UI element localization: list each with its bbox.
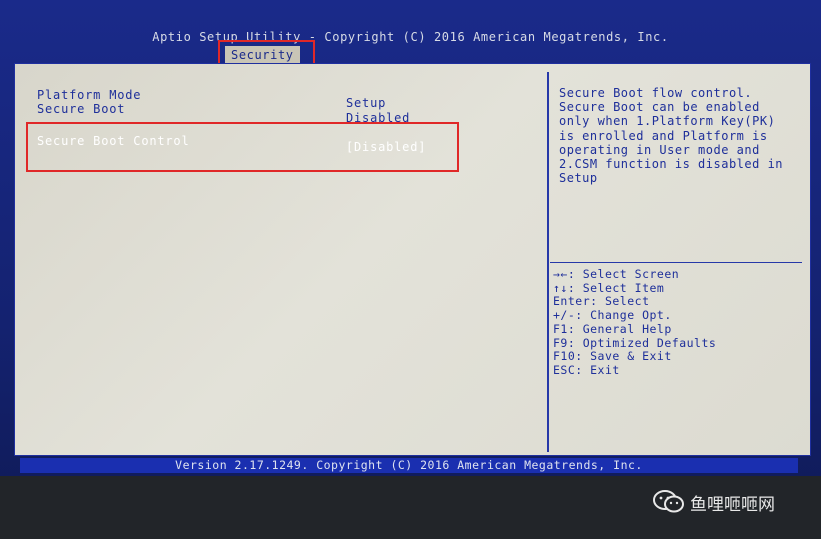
help-line: is enrolled and Platform is [559,128,768,143]
help-panel: Secure Boot flow control. Secure Boot ca… [559,86,795,185]
key-select-screen: →←: Select Screen [553,267,680,281]
platform-mode-label: Platform Mode [37,88,142,102]
key-save-exit: F10: Save & Exit [553,349,672,364]
key-select-item: ↑↓: Select Item [553,280,665,295]
key-enter: Enter: Select [553,294,650,309]
key-general-help: F1: General Help [553,321,672,336]
version-footer: Version 2.17.1249. Copyright (C) 2016 Am… [20,458,798,473]
key-exit: ESC: Exit [553,362,620,377]
watermark: 鱼哩咂咂网 [653,489,775,515]
help-line: operating in User mode and [559,142,760,157]
watermark-text: 鱼哩咂咂网 [690,494,775,515]
key-optimized-defaults: F9: Optimized Defaults [553,335,717,350]
help-line: 2.CSM function is disabled in [559,157,784,172]
key-change-opt: +/-: Change Opt. [553,308,672,323]
help-line: Secure Boot flow control. [559,86,753,100]
row-highlight-box [26,122,459,172]
help-line: Secure Boot can be enabled [559,100,760,115]
help-line: Setup [559,171,598,186]
panel-divider-horizontal [550,262,802,263]
key-legend: →←: Select Screen ↑↓: Select Item Enter:… [553,267,717,378]
bios-title: Aptio Setup Utility - Copyright (C) 2016… [152,30,669,44]
panel-divider-vertical [547,72,549,452]
secure-boot-label: Secure Boot [37,102,126,116]
help-line: only when 1.Platform Key(PK) [559,114,776,129]
platform-mode-value: Setup [346,96,387,110]
wechat-icon [653,489,685,515]
